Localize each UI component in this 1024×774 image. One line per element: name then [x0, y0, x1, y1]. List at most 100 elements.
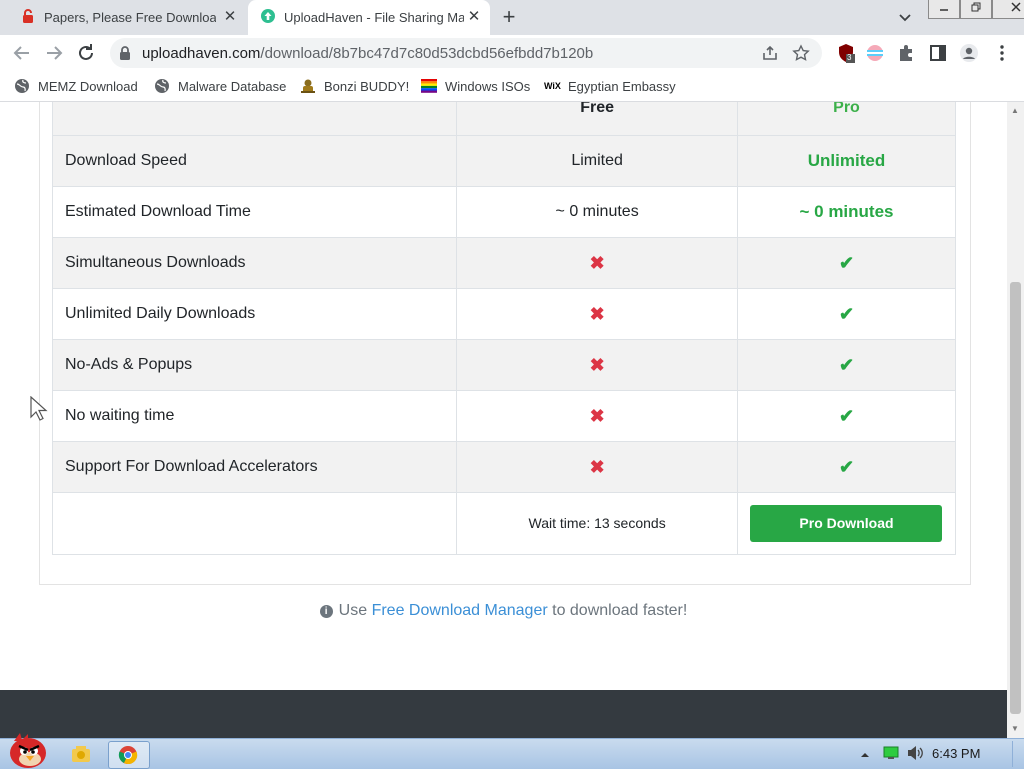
taskbar-chrome-button[interactable] — [108, 741, 150, 769]
show-desktop-button[interactable] — [1012, 741, 1024, 767]
url-text: uploadhaven.com/download/8b7bc47d7c80d53… — [142, 45, 594, 62]
start-button-angry-bird-icon[interactable] — [4, 731, 50, 768]
lock-icon[interactable] — [118, 45, 132, 66]
free-value: ~ 0 minutes — [456, 186, 738, 238]
checkmark-icon: ✔ — [736, 390, 957, 442]
checkmark-icon: ✔ — [736, 441, 957, 493]
feature-label: Support For Download Accelerators — [51, 441, 458, 493]
tab-strip: Papers, Please Free Download ✕ UploadHav… — [0, 0, 1024, 35]
pride-extension-icon[interactable] — [865, 43, 885, 63]
cross-icon: ✖ — [456, 237, 738, 289]
close-window-icon[interactable] — [992, 0, 1024, 19]
header-pro: Pro — [736, 102, 957, 136]
info-circle-icon: i — [319, 605, 333, 618]
table-header-row: Free Pro — [51, 102, 957, 136]
scroll-down-arrow-icon[interactable]: ▼ — [1011, 724, 1019, 733]
extensions-puzzle-icon[interactable] — [896, 43, 916, 63]
minimize-icon[interactable] — [928, 0, 960, 19]
taskbar-clock[interactable]: 6:43 PM — [932, 746, 980, 761]
plan-comparison-table: Free Pro Download Speed Limited Unlimite… — [51, 102, 957, 555]
action-empty-cell — [51, 492, 458, 555]
pro-value: Unlimited — [736, 135, 957, 187]
forward-arrow-icon[interactable] — [42, 41, 66, 65]
scrollbar-thumb[interactable] — [1010, 282, 1021, 714]
pro-value: ~ 0 minutes — [736, 186, 957, 238]
pro-download-cell: Pro Download — [736, 492, 957, 555]
bookmark-malware-database[interactable]: Malware Database — [154, 77, 286, 95]
feature-label: No waiting time — [51, 390, 458, 442]
chrome-menu-icon[interactable] — [992, 43, 1012, 63]
tab-search-chevron-icon[interactable] — [896, 8, 914, 26]
pro-download-button[interactable]: Pro Download — [750, 505, 943, 542]
windows-taskbar: 6:43 PM — [0, 733, 1024, 772]
tab-papers-please[interactable]: Papers, Please Free Download ✕ — [8, 0, 246, 35]
close-tab-icon[interactable]: ✕ — [222, 9, 238, 25]
table-row: Support For Download Accelerators ✖ ✔ — [51, 441, 957, 493]
cross-icon: ✖ — [456, 288, 738, 340]
checkmark-icon: ✔ — [736, 237, 957, 289]
bookmark-egyptian-embassy[interactable]: WiX Egyptian Embassy — [544, 77, 676, 95]
tray-up-arrow-icon[interactable] — [860, 747, 870, 773]
table-row: Estimated Download Time ~ 0 minutes ~ 0 … — [51, 186, 957, 238]
lock-red-icon — [20, 8, 36, 27]
table-row: Simultaneous Downloads ✖ ✔ — [51, 237, 957, 289]
feature-label: Simultaneous Downloads — [51, 237, 458, 289]
scroll-up-arrow-icon[interactable]: ▲ — [1011, 106, 1019, 115]
reload-icon[interactable] — [74, 41, 98, 65]
cross-icon: ✖ — [456, 441, 738, 493]
cross-icon: ✖ — [456, 339, 738, 391]
header-free: Free — [456, 102, 738, 136]
ublock-extension-icon[interactable]: 3 — [836, 43, 856, 63]
free-value: Limited — [456, 135, 738, 187]
table-row: No-Ads & Popups ✖ ✔ — [51, 339, 957, 391]
tab-uploadhaven[interactable]: UploadHaven - File Sharing Made Simple ✕ — [248, 0, 490, 35]
page-footer — [0, 690, 1007, 738]
feature-label: No-Ads & Popups — [51, 339, 458, 391]
feature-label: Unlimited Daily Downloads — [51, 288, 458, 340]
tab-title: Papers, Please Free Download — [44, 10, 216, 25]
bonzi-gorilla-icon — [300, 78, 316, 94]
tab-title: UploadHaven - File Sharing Made Simple — [284, 10, 464, 25]
address-bar[interactable]: uploadhaven.com/download/8b7bc47d7c80d53… — [110, 38, 822, 68]
wait-time-text: Wait time: 13 seconds — [528, 514, 666, 531]
bookmarks-bar: MEMZ Download Malware Database Bonzi BUD… — [0, 71, 1024, 102]
window-controls — [928, 0, 1024, 19]
bookmark-star-icon[interactable] — [792, 44, 810, 62]
page-scrollbar[interactable]: ▲ ▼ — [1007, 102, 1024, 738]
mouse-cursor-icon — [30, 395, 48, 427]
rainbow-flag-icon — [421, 78, 437, 94]
browser-toolbar: uploadhaven.com/download/8b7bc47d7c80d53… — [0, 35, 1024, 71]
feature-label: Download Speed — [51, 135, 458, 187]
restore-icon[interactable] — [960, 0, 992, 19]
bookmark-memz[interactable]: MEMZ Download — [14, 77, 138, 95]
wix-logo-icon: WiX — [544, 81, 561, 91]
table-action-row: Wait time: 13 seconds Pro Download — [51, 492, 957, 555]
download-tip: i Use Free Download Manager to download f… — [0, 602, 1007, 620]
globe-icon — [154, 78, 170, 94]
extension-badge: 3 — [847, 53, 852, 62]
page-viewport: Free Pro Download Speed Limited Unlimite… — [0, 102, 1007, 690]
globe-icon — [14, 78, 30, 94]
volume-icon[interactable] — [906, 745, 924, 771]
cross-icon: ✖ — [456, 390, 738, 442]
bookmark-windows-isos[interactable]: Windows ISOs — [421, 77, 530, 95]
uploadhaven-logo-icon — [260, 8, 276, 27]
checkmark-icon: ✔ — [736, 288, 957, 340]
checkmark-icon: ✔ — [736, 339, 957, 391]
header-empty-cell — [51, 102, 458, 136]
bookmark-bonzi-buddy[interactable]: Bonzi BUDDY! — [300, 77, 409, 95]
free-download-manager-link[interactable]: Free Download Manager — [372, 602, 548, 619]
network-icon[interactable] — [882, 746, 900, 772]
back-arrow-icon[interactable] — [10, 41, 34, 65]
chrome-logo-icon — [118, 746, 138, 765]
table-row: Download Speed Limited Unlimited — [51, 135, 957, 187]
new-tab-icon[interactable]: + — [498, 6, 520, 28]
share-icon[interactable] — [761, 44, 779, 62]
wait-time-cell: Wait time: 13 seconds — [456, 492, 738, 555]
file-explorer-icon[interactable] — [70, 741, 92, 767]
table-row: Unlimited Daily Downloads ✖ ✔ — [51, 288, 957, 340]
profile-avatar-icon[interactable] — [959, 43, 979, 63]
table-row: No waiting time ✖ ✔ — [51, 390, 957, 442]
side-panel-icon[interactable] — [928, 43, 948, 63]
close-tab-icon[interactable]: ✕ — [466, 9, 482, 25]
